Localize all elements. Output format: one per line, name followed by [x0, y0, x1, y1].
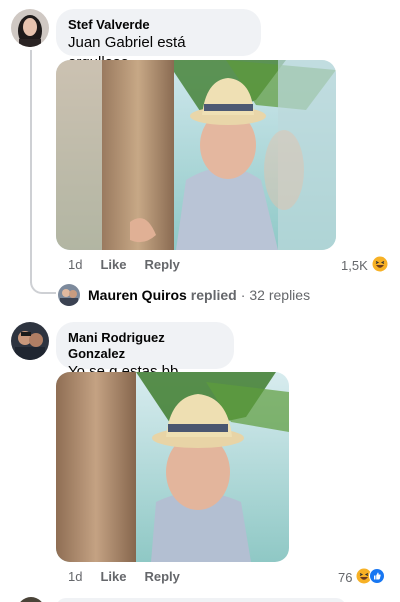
replies-count: 32 replies — [249, 287, 311, 303]
comment-photo[interactable] — [56, 60, 336, 250]
reaction-summary[interactable]: 76 — [338, 568, 386, 587]
like-icon — [369, 568, 386, 587]
replied-label: replied — [190, 287, 237, 303]
replier-name: Mauren Quiros — [88, 287, 187, 303]
comment-bubble: Mani Rodriguez Gonzalez Yo se q estas bb — [56, 322, 234, 380]
like-button[interactable]: Like — [100, 569, 126, 584]
comment-time[interactable]: 1d — [68, 257, 82, 272]
reaction-count: 1,5K — [341, 258, 368, 273]
comment-author[interactable]: Stef Valverde — [68, 17, 249, 33]
avatar[interactable] — [17, 597, 45, 602]
comment-time[interactable]: 1d — [68, 569, 82, 584]
haha-icon — [372, 256, 388, 275]
comment-actions: 1d Like Reply — [68, 569, 198, 584]
thread-line — [30, 50, 32, 283]
avatar[interactable] — [11, 9, 49, 47]
like-button[interactable]: Like — [100, 257, 126, 272]
comment-author[interactable]: Mani Rodriguez Gonzalez — [68, 330, 222, 362]
avatar[interactable] — [11, 322, 49, 360]
comment-photo[interactable] — [56, 372, 289, 562]
comment-bubble — [56, 598, 346, 602]
comment-actions: 1d Like Reply — [68, 257, 198, 272]
reply-button[interactable]: Reply — [144, 569, 179, 584]
reaction-count: 76 — [338, 570, 353, 585]
comment-bubble: Stef Valverde Juan Gabriel está orgullos… — [56, 9, 261, 71]
separator: · — [240, 287, 246, 303]
view-replies-link[interactable]: Mauren Quiros replied · 32 replies — [58, 284, 310, 306]
thread-curve — [30, 276, 56, 294]
reply-button[interactable]: Reply — [144, 257, 179, 272]
avatar — [58, 284, 80, 306]
reaction-summary[interactable]: 1,5K — [341, 256, 388, 275]
